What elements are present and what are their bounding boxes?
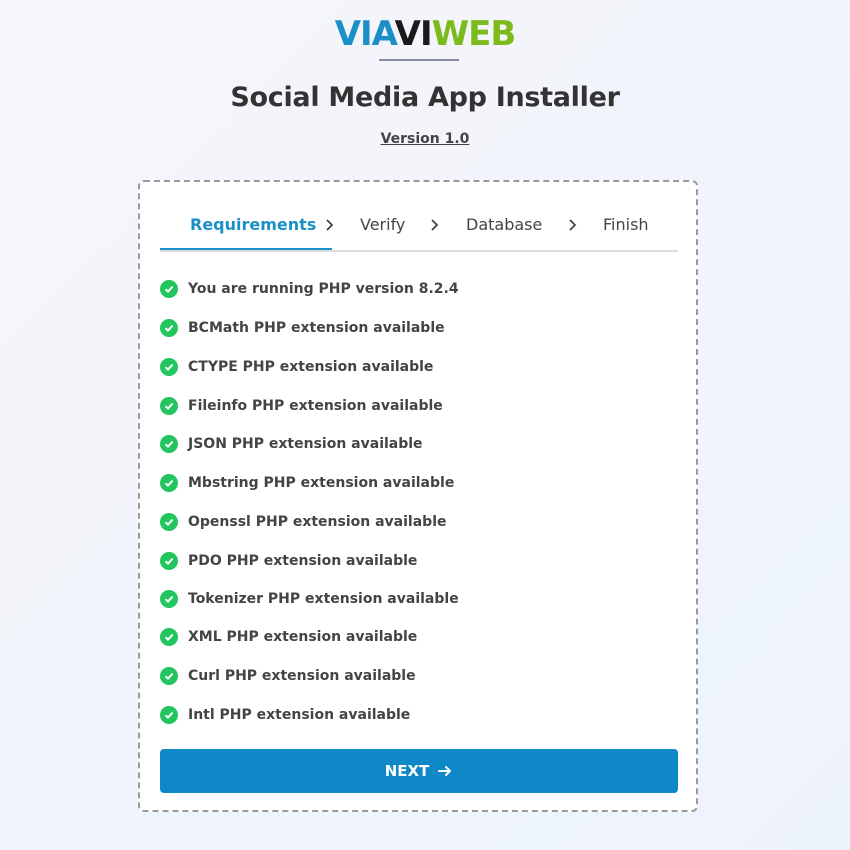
- next-button[interactable]: NEXT: [160, 749, 678, 793]
- list-item: Mbstring PHP extension available: [160, 472, 454, 494]
- requirement-text: JSON PHP extension available: [188, 436, 423, 452]
- requirement-text: Fileinfo PHP extension available: [188, 398, 443, 414]
- check-circle-icon: [160, 706, 178, 724]
- check-circle-icon: [160, 319, 178, 337]
- brand-logo: VIAVIWEB: [0, 16, 850, 52]
- requirement-text: You are running PHP version 8.2.4: [188, 281, 459, 297]
- version-label: Version 1.0: [380, 131, 470, 147]
- check-circle-icon: [160, 280, 178, 298]
- check-circle-icon: [160, 590, 178, 608]
- requirement-text: PDO PHP extension available: [188, 553, 418, 569]
- check-circle-icon: [160, 552, 178, 570]
- tab-finish[interactable]: Finish: [603, 214, 649, 250]
- check-circle-icon: [160, 397, 178, 415]
- installer-card: Requirements Verify Database Finish You …: [138, 180, 698, 812]
- chevron-right-icon: [569, 219, 577, 231]
- list-item: Openssl PHP extension available: [160, 511, 447, 533]
- brand-logo-part-vi: VI: [394, 14, 433, 54]
- brand-logo-part-web: WEB: [431, 14, 517, 54]
- requirement-text: XML PHP extension available: [188, 629, 418, 645]
- next-button-label: NEXT: [384, 762, 430, 780]
- tab-requirements[interactable]: Requirements: [190, 214, 316, 250]
- list-item: You are running PHP version 8.2.4: [160, 278, 459, 300]
- brand-logo-part-via: VIA: [334, 14, 396, 54]
- check-circle-icon: [160, 513, 178, 531]
- requirement-text: Intl PHP extension available: [188, 707, 411, 723]
- requirement-text: Tokenizer PHP extension available: [188, 591, 459, 607]
- list-item: Fileinfo PHP extension available: [160, 395, 443, 417]
- list-item: Curl PHP extension available: [160, 665, 416, 687]
- requirement-text: Mbstring PHP extension available: [188, 475, 455, 491]
- requirement-text: CTYPE PHP extension available: [188, 359, 434, 375]
- list-item: Intl PHP extension available: [160, 704, 410, 726]
- list-item: BCMath PHP extension available: [160, 317, 445, 339]
- tab-database[interactable]: Database: [466, 214, 542, 250]
- check-circle-icon: [160, 358, 178, 376]
- check-circle-icon: [160, 628, 178, 646]
- tab-verify[interactable]: Verify: [360, 214, 405, 250]
- logo-divider: [379, 59, 459, 61]
- arrow-right-icon: [438, 766, 452, 776]
- step-tabs: Requirements Verify Database Finish: [160, 214, 678, 252]
- requirement-text: Openssl PHP extension available: [188, 514, 447, 530]
- requirement-text: BCMath PHP extension available: [188, 320, 445, 336]
- list-item: CTYPE PHP extension available: [160, 356, 433, 378]
- check-circle-icon: [160, 435, 178, 453]
- check-circle-icon: [160, 667, 178, 685]
- active-tab-indicator: [160, 248, 332, 250]
- list-item: PDO PHP extension available: [160, 550, 417, 572]
- check-circle-icon: [160, 474, 178, 492]
- requirement-text: Curl PHP extension available: [188, 668, 416, 684]
- chevron-right-icon: [326, 219, 334, 231]
- list-item: XML PHP extension available: [160, 626, 417, 648]
- list-item: JSON PHP extension available: [160, 433, 423, 455]
- list-item: Tokenizer PHP extension available: [160, 588, 459, 610]
- page-title: Social Media App Installer: [230, 82, 620, 113]
- chevron-right-icon: [431, 219, 439, 231]
